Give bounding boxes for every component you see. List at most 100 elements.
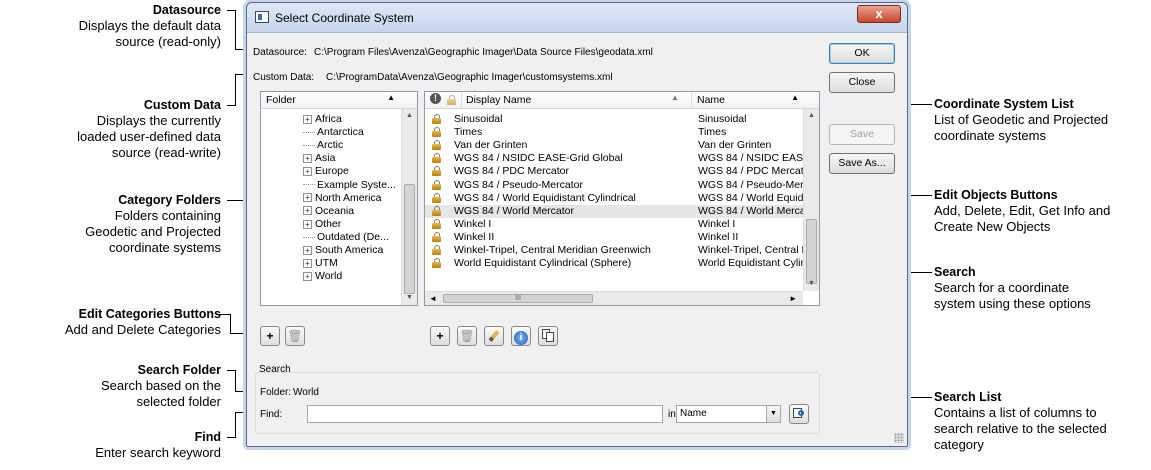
folder-item[interactable]: + World <box>303 270 342 282</box>
copy-icon <box>542 329 554 342</box>
folder-item[interactable]: Example Syste... <box>303 179 396 191</box>
table-row[interactable]: WGS 84 / World Mercator WGS 84 / World Me… <box>425 204 809 218</box>
datasource-label: Datasource: <box>253 47 307 58</box>
in-label: in <box>668 409 676 420</box>
find-input[interactable] <box>307 405 663 423</box>
display-name-cell: Sinusoidal <box>454 113 503 125</box>
get-info-button[interactable]: i <box>511 326 531 346</box>
list-hscrollbar[interactable]: ◄ III ► <box>425 291 803 305</box>
ok-button[interactable]: OK <box>829 43 895 64</box>
table-row[interactable]: Winkel-Tripel, Central Meridian Greenwic… <box>425 244 810 257</box>
callout-coordinate-system-list: Coordinate System List List of Geodetic … <box>934 97 1109 143</box>
folder-header[interactable]: Folder ▲ <box>261 92 417 109</box>
expand-icon[interactable]: + <box>303 193 312 203</box>
scroll-right-icon[interactable]: ► <box>789 292 797 305</box>
display-name-cell: Winkel II <box>454 230 495 243</box>
expand-icon[interactable]: + <box>303 114 312 124</box>
resize-grip[interactable] <box>894 433 904 443</box>
save-button[interactable]: Save <box>829 124 895 145</box>
table-row[interactable]: Winkel I Winkel I <box>425 218 803 231</box>
table-row[interactable]: Sinusoidal Sinusoidal <box>425 113 803 126</box>
tree-connector <box>303 144 315 146</box>
callout-custom-data: Custom Data Displays the currently loade… <box>77 98 221 160</box>
lock-icon <box>432 153 441 164</box>
folder-item[interactable]: + Europe <box>303 165 349 177</box>
table-row[interactable]: WGS 84 / World Equidistant Cylindrical WG… <box>425 192 811 205</box>
table-row[interactable]: WGS 84 / NSIDC EASE-Grid Global WGS 84 / … <box>425 152 818 165</box>
lock-icon <box>432 205 441 216</box>
chevron-down-icon[interactable]: ▼ <box>766 406 780 422</box>
close-button[interactable]: Close <box>829 72 895 93</box>
folder-item[interactable]: + North America <box>303 192 382 204</box>
folder-item[interactable]: Arctic <box>303 139 343 151</box>
scroll-up-icon[interactable]: ▲ <box>804 109 819 123</box>
expand-icon[interactable]: + <box>303 245 312 255</box>
add-category-button[interactable]: + <box>260 326 280 346</box>
scroll-down-icon[interactable]: ▼ <box>402 291 417 305</box>
expand-icon[interactable]: + <box>303 167 312 177</box>
find-label: Find: <box>260 409 283 420</box>
delete-category-button[interactable]: 🗑 <box>285 326 305 346</box>
name-column[interactable]: Name <box>697 94 725 106</box>
tree-connector <box>303 236 315 238</box>
info-column-icon[interactable]: ! <box>430 93 441 104</box>
expand-icon[interactable]: + <box>303 258 312 268</box>
close-window-button[interactable]: x <box>857 5 901 23</box>
folder-item[interactable]: + Other <box>303 218 341 230</box>
folder-item[interactable]: + UTM <box>303 257 338 269</box>
search-icon <box>793 407 805 419</box>
folder-item[interactable]: + South America <box>303 244 383 256</box>
name-cell: WGS 84 / Pseudo-Merc <box>698 178 809 191</box>
coordinate-system-list[interactable]: ! Display Name ▲ Name ▲ Sinusoidal Sinuso… <box>424 91 820 306</box>
name-cell: WGS 84 / World Mercat <box>698 204 809 217</box>
folder-item[interactable]: + Asia <box>303 152 335 164</box>
table-row[interactable]: Times Times <box>425 126 803 139</box>
folder-item[interactable]: + Oceania <box>303 205 354 217</box>
lock-column-icon[interactable] <box>447 94 456 106</box>
list-vscrollbar[interactable]: ▲ ▼ <box>803 109 819 291</box>
name-cell: WGS 84 / NSIDC EASE-G <box>698 152 818 165</box>
scroll-up-icon[interactable]: ▲ <box>402 109 417 123</box>
lock-icon <box>432 258 441 269</box>
scroll-down-icon[interactable]: ▼ <box>804 277 819 291</box>
hscroll-thumb[interactable]: III <box>443 294 593 303</box>
folder-item[interactable]: Outdated (De... <box>303 231 389 243</box>
lock-icon <box>432 166 441 177</box>
folder-tree[interactable]: Folder ▲ + Africa Antarctica Arctic + Asia + Eu… <box>260 91 418 306</box>
delete-object-button[interactable]: 🗑 <box>457 326 477 346</box>
expand-icon[interactable]: + <box>303 271 312 281</box>
expand-icon[interactable]: + <box>303 219 312 229</box>
folder-vscrollbar[interactable]: ▲ ▼ <box>401 109 417 305</box>
expand-icon[interactable]: + <box>303 206 312 216</box>
search-column-select[interactable]: Name ▼ <box>676 405 781 423</box>
search-button[interactable] <box>789 404 809 424</box>
scroll-thumb[interactable] <box>806 219 817 284</box>
create-new-object-button[interactable] <box>538 326 558 346</box>
add-object-button[interactable]: + <box>430 326 450 346</box>
table-row[interactable]: Van der Grinten Van der Grinten <box>425 139 803 152</box>
folder-label: Europe <box>315 165 349 178</box>
folder-label: Outdated (De... <box>317 230 389 243</box>
expand-icon[interactable]: + <box>303 154 312 164</box>
edit-object-button[interactable] <box>484 326 504 346</box>
name-cell: Times <box>698 126 727 139</box>
sort-icon: ▲ <box>671 93 679 102</box>
name-cell: Van der Grinten <box>698 139 772 152</box>
folder-item[interactable]: Antarctica <box>303 126 364 138</box>
search-folder-value: World <box>293 387 319 398</box>
folder-label: Other <box>315 217 342 230</box>
lock-icon <box>432 114 441 124</box>
table-row[interactable]: World Equidistant Cylindrical (Sphere) Wo… <box>425 257 806 270</box>
title-bar[interactable]: Select Coordinate System x <box>247 3 907 33</box>
scroll-thumb[interactable] <box>404 184 415 294</box>
display-name-cell: Winkel I <box>454 217 492 230</box>
table-row[interactable]: WGS 84 / PDC Mercator WGS 84 / PDC Mercat… <box>425 165 813 178</box>
table-row[interactable]: WGS 84 / Pseudo-Mercator WGS 84 / Pseudo-… <box>425 179 809 192</box>
scroll-left-icon[interactable]: ◄ <box>429 292 437 305</box>
folder-item[interactable]: + Africa <box>303 113 342 125</box>
table-row[interactable]: Winkel II Winkel II <box>425 231 803 244</box>
tree-connector <box>303 184 315 186</box>
name-cell: Winkel-Tripel, Central M <box>698 244 811 256</box>
display-name-column[interactable]: Display Name <box>466 94 531 106</box>
save-as-button[interactable]: Save As... <box>829 153 895 174</box>
